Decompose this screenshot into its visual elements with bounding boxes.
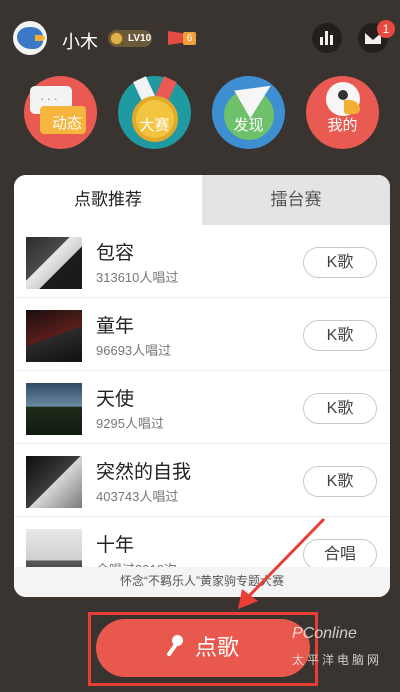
top-bar: 小木 LV10 6 1	[0, 0, 400, 76]
category-label: 我的	[327, 117, 358, 134]
song-row[interactable]: 突然的自我 403743人唱过 K歌	[14, 444, 390, 517]
song-title: 童年	[96, 316, 135, 337]
song-sing-count: 9295人唱过	[96, 416, 164, 431]
flag-count: 6	[183, 32, 196, 45]
album-cover	[26, 456, 82, 508]
category-label: 动态	[51, 115, 82, 132]
song-title: 突然的自我	[96, 462, 192, 483]
album-cover	[26, 237, 82, 289]
category-label: 大赛	[139, 117, 170, 134]
flag-badge: 6	[168, 29, 196, 47]
category-label: 发现	[233, 117, 264, 134]
k-sing-button[interactable]: K歌	[303, 466, 377, 497]
song-row[interactable]: 包容 313610人唱过 K歌	[14, 225, 390, 298]
username[interactable]: 小木	[62, 28, 98, 54]
bird-beak-icon	[35, 35, 45, 41]
tab-bar: 点歌推荐 擂台赛	[14, 175, 390, 225]
user-avatar[interactable]	[13, 21, 47, 55]
song-panel: 点歌推荐 擂台赛 包容 313610人唱过 K歌 童年 96693人唱过 K歌 …	[14, 175, 390, 597]
level-coin-icon	[110, 32, 123, 45]
album-cover	[26, 310, 82, 362]
stats-button[interactable]	[312, 23, 342, 53]
song-sing-count: 403743人唱过	[96, 489, 179, 504]
annotation-arrow	[238, 517, 326, 609]
watermark-brand: PConline	[292, 625, 357, 642]
k-sing-button[interactable]: K歌	[303, 393, 377, 424]
k-sing-button[interactable]: K歌	[303, 320, 377, 351]
song-sing-count: 96693人唱过	[96, 343, 172, 358]
k-sing-button[interactable]: K歌	[303, 247, 377, 278]
tab-arena[interactable]: 擂台赛	[202, 175, 390, 225]
category-faxian[interactable]: 发现	[212, 73, 285, 149]
mail-unread-badge: 1	[377, 20, 395, 38]
tab-recommend[interactable]: 点歌推荐	[14, 175, 202, 225]
song-row[interactable]: 童年 96693人唱过 K歌	[14, 298, 390, 371]
level-text: LV10	[128, 33, 152, 44]
parrot-icon	[326, 82, 360, 116]
level-badge: LV10	[108, 30, 152, 47]
sing-song-label: 点歌	[194, 635, 239, 660]
arrow-head	[238, 589, 258, 609]
category-wode[interactable]: 我的	[306, 76, 379, 149]
microphone-icon	[166, 635, 183, 657]
sing-song-button[interactable]: 点歌	[96, 619, 310, 677]
song-title: 十年	[96, 535, 135, 556]
category-dasai[interactable]: 大赛	[118, 76, 191, 149]
song-row[interactable]: 天使 9295人唱过 K歌	[14, 371, 390, 444]
watermark-sub: 太平洋电脑网	[292, 653, 383, 667]
bar-chart-icon	[320, 31, 334, 45]
song-title: 包容	[96, 243, 135, 264]
arrow-shaft	[246, 517, 326, 599]
song-title: 天使	[96, 389, 135, 410]
category-dongtai[interactable]: ··· 动态	[24, 76, 97, 149]
album-cover	[26, 383, 82, 435]
song-sing-count: 313610人唱过	[96, 270, 179, 285]
featured-contest-banner[interactable]: 怀念“不羁乐人”黄家驹专题大赛	[14, 567, 390, 597]
